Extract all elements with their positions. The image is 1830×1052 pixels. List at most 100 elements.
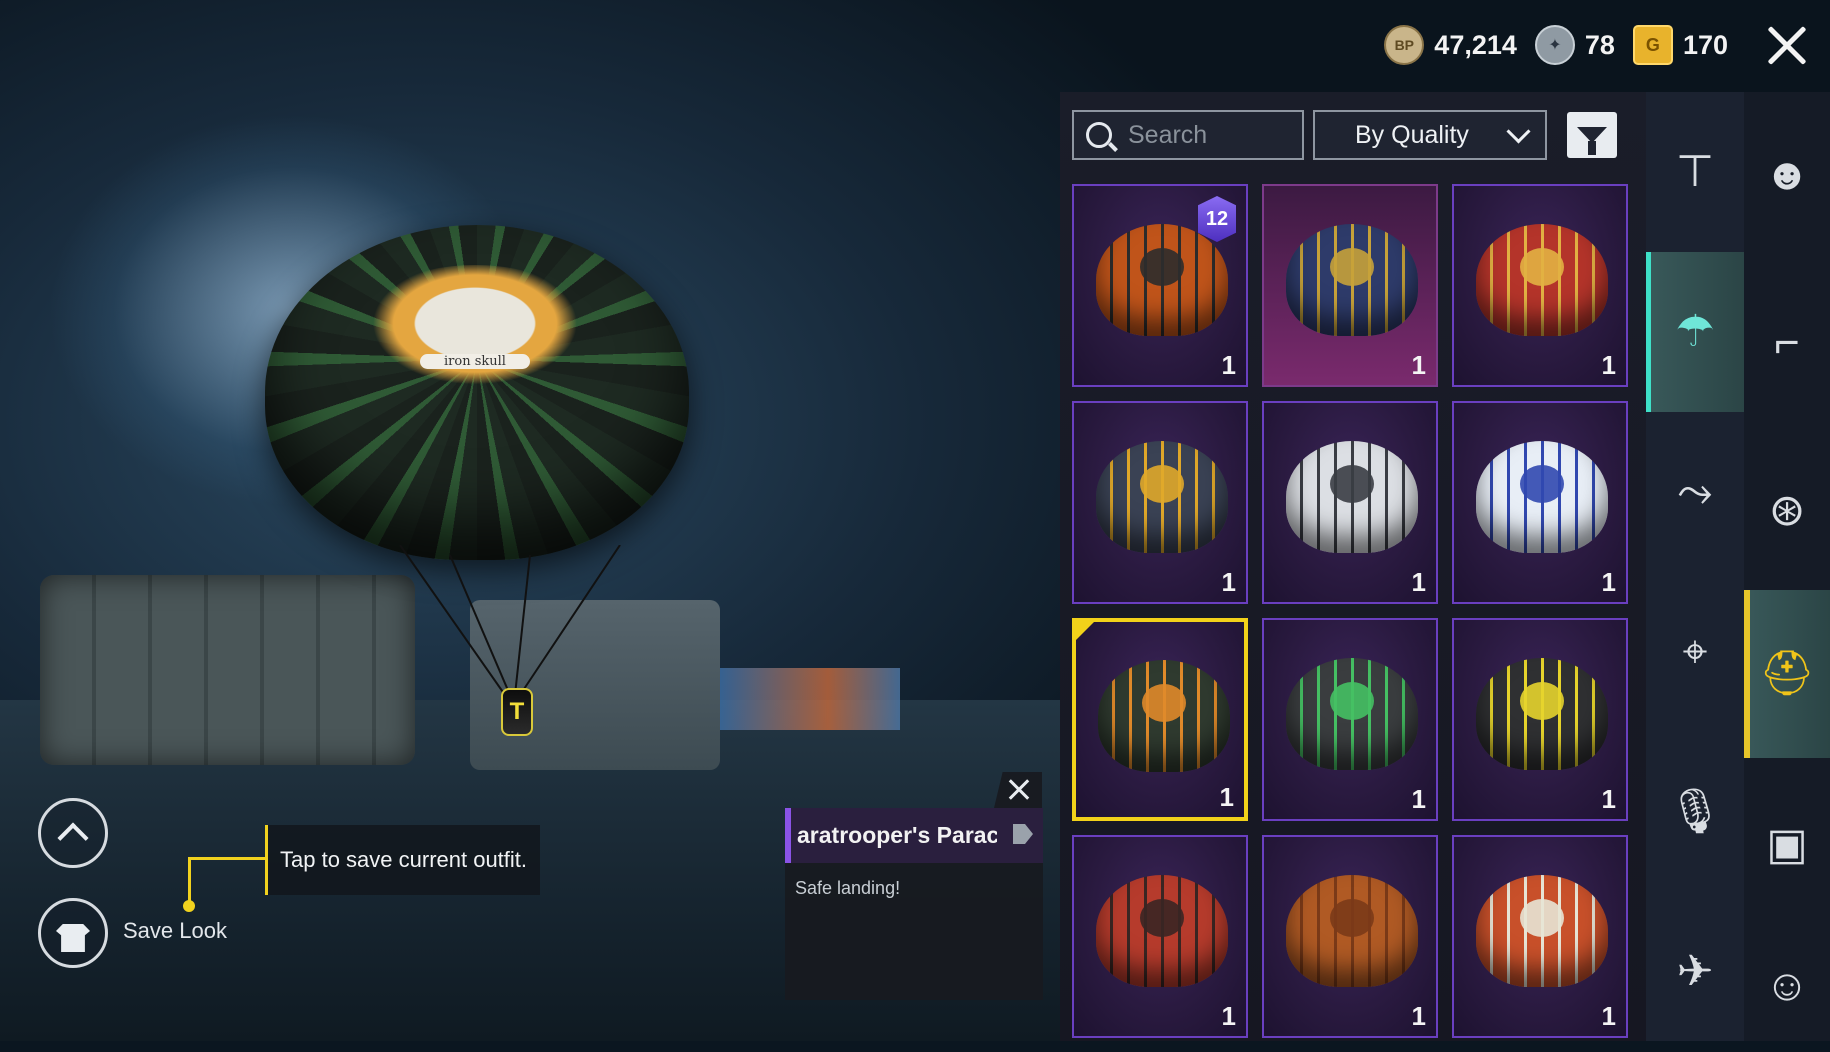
item-quantity: 1 (1411, 567, 1426, 597)
pistol-icon: ⌐ (1774, 317, 1800, 367)
map-pin-icon: ⌖ (1682, 627, 1708, 676)
item-quantity: 1 (1221, 567, 1236, 597)
tab-equipment[interactable]: ⛑ (1744, 590, 1830, 758)
close-icon[interactable] (1764, 22, 1810, 68)
parachute-emblem (1330, 899, 1374, 937)
parachute-emblem (1140, 899, 1184, 937)
inventory-item[interactable]: 1 (1072, 618, 1248, 821)
microphone-icon: 🎙 (1667, 787, 1723, 836)
parachute-emblem (1520, 682, 1564, 720)
ag-coin-icon: ✦ (1534, 25, 1575, 65)
chute-emblem-text: iron skull (420, 354, 530, 369)
item-description: Safe landing! (795, 878, 901, 898)
ag-value: 78 (1584, 29, 1615, 60)
parachute-emblem (1330, 682, 1374, 720)
parachute-emblem (1520, 248, 1564, 286)
tab-parachute-rig[interactable]: ⊤ (1646, 92, 1744, 252)
parachute-emblem (1140, 465, 1184, 503)
tab-emote[interactable]: ⤳ (1646, 412, 1744, 572)
container-box (720, 668, 900, 730)
category-tabs-right: ☻ ⌐ ⊛ ⛑ ▣ ☺ (1744, 92, 1830, 1041)
save-tooltip: Tap to save current outfit. (265, 825, 540, 895)
item-info-card: aratrooper's Parachı Safe landing! (785, 808, 1043, 1000)
expand-button[interactable] (38, 798, 108, 868)
sort-dropdown[interactable]: By Quality (1313, 110, 1547, 160)
inventory-item[interactable]: 1 (1262, 835, 1438, 1038)
item-quantity: 1 (1219, 782, 1234, 812)
item-grid: 12 1 1 1 1 1 1 1 1 1 1 1 1 (1072, 184, 1632, 1038)
inventory-item[interactable]: 1 (1072, 835, 1248, 1038)
inventory-item[interactable]: 1 (1072, 401, 1248, 604)
harness-icon: ⊤ (1675, 147, 1715, 196)
search-input[interactable] (1126, 119, 1290, 151)
bp-balance: BP 47,214 (1384, 25, 1517, 65)
tab-voice[interactable]: 🎙 (1646, 732, 1744, 892)
inventory-item[interactable]: 1 (1452, 835, 1628, 1038)
search-box[interactable] (1072, 110, 1304, 160)
inventory-panel: By Quality 12 1 1 1 1 1 1 1 1 1 1 1 1 (1060, 92, 1646, 1041)
ag-balance: ✦ 78 (1534, 25, 1615, 65)
item-quantity: 1 (1221, 350, 1236, 380)
tab-character[interactable]: ☺ (1744, 930, 1830, 1041)
inventory-item[interactable]: 1 (1452, 184, 1628, 387)
item-quantity: 1 (1601, 1001, 1616, 1031)
inventory-item[interactable]: 1 (1452, 401, 1628, 604)
tab-crate[interactable]: ▣ (1744, 762, 1830, 927)
item-quantity: 1 (1221, 1001, 1236, 1031)
steering-wheel-icon: ⊛ (1768, 485, 1806, 535)
chevron-down-icon (1506, 118, 1531, 144)
info-title-row: aratrooper's Parachı (785, 808, 1043, 863)
item-quantity: 1 (1601, 567, 1616, 597)
bp-coin-icon: BP (1384, 25, 1425, 65)
tab-vehicle[interactable]: ⊛ (1744, 428, 1830, 593)
category-tabs-left: ⊤ ☂ ⤳ ⌖ 🎙 ✈ (1646, 92, 1744, 1041)
level-badge: 12 (1198, 196, 1236, 242)
inventory-item[interactable]: 1 (1262, 618, 1438, 821)
parachute-icon: ☂ (1675, 307, 1715, 356)
skull-emblem (355, 265, 595, 395)
item-name: aratrooper's Parachı (797, 822, 997, 848)
filter-icon (1577, 127, 1607, 155)
parachute-emblem (1520, 899, 1564, 937)
item-quantity: 1 (1411, 350, 1426, 380)
helmet-icon: ⛑ (1759, 649, 1815, 698)
character-icon: ☺ (1764, 960, 1810, 1010)
dive-pose-icon: ⤳ (1677, 467, 1713, 516)
cargo-crate (40, 575, 415, 765)
item-quantity: 1 (1411, 784, 1426, 814)
parachute-emblem (1330, 248, 1374, 286)
item-quantity: 1 (1601, 350, 1616, 380)
tab-location[interactable]: ⌖ (1646, 572, 1744, 732)
parachute-emblem (1520, 465, 1564, 503)
inventory-item[interactable]: 1 (1452, 618, 1628, 821)
parachute-emblem (1140, 248, 1184, 286)
tab-outfit[interactable]: ☻ (1744, 92, 1830, 257)
rider-badge: T (501, 688, 533, 736)
inventory-item[interactable]: 1 (1262, 401, 1438, 604)
tab-parachute[interactable]: ☂ (1646, 252, 1744, 412)
filter-button[interactable] (1567, 112, 1617, 158)
inventory-item[interactable]: 12 1 (1072, 184, 1248, 387)
inventory-item[interactable]: 1 (1262, 184, 1438, 387)
g-value: 170 (1682, 29, 1728, 60)
tooltip-dot (183, 900, 195, 912)
hanger-shirt-icon (56, 924, 90, 952)
save-look-label: Save Look (123, 918, 227, 943)
bp-value: 47,214 (1434, 29, 1517, 60)
plane-icon: ✈ (1676, 947, 1714, 996)
save-look-button[interactable] (38, 898, 108, 968)
tooltip-connector (188, 857, 266, 860)
parachute-emblem (1330, 465, 1374, 503)
box-icon: ▣ (1766, 819, 1808, 869)
g-balance: G 170 (1632, 25, 1728, 65)
tooltip-connector (188, 858, 191, 906)
tab-weapon[interactable]: ⌐ (1744, 260, 1830, 425)
tab-aircraft[interactable]: ✈ (1646, 892, 1744, 1052)
item-quantity: 1 (1411, 1001, 1426, 1031)
sort-value: By Quality (1355, 120, 1469, 149)
currency-bar: BP 47,214 ✦ 78 G 170 (1384, 0, 1830, 90)
chevron-up-icon (57, 822, 89, 854)
soldier-icon: ☻ (1763, 149, 1811, 199)
search-icon (1086, 122, 1112, 148)
tag-icon[interactable] (1013, 824, 1033, 844)
